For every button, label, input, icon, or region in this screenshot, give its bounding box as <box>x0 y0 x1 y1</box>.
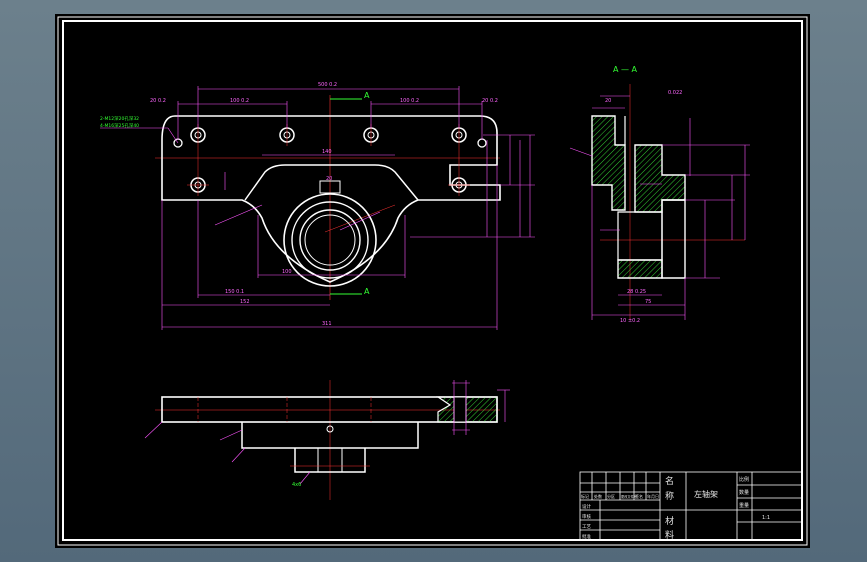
plan-hatch <box>436 396 498 423</box>
section-mark-top: A <box>364 91 370 100</box>
label-material-2: 料 <box>665 529 674 541</box>
drawing-area <box>55 14 810 548</box>
col-label-1: 处数 <box>594 493 602 499</box>
section-label: A — A <box>613 65 638 74</box>
label-name-1: 名 <box>665 475 674 487</box>
section-mark-bottom: A <box>364 287 370 296</box>
dim-half-width: 152 <box>240 299 250 305</box>
dim-width-inner: 140 <box>322 149 332 155</box>
dim-top-pitch-right: 100 0.2 <box>400 98 419 104</box>
col-label-5: 年月日 <box>647 493 659 499</box>
row-label-2: 工艺 <box>582 524 591 530</box>
col-label-4: 签名 <box>635 493 643 499</box>
bottom-note: 4x6 <box>292 482 301 488</box>
dim-top-right: 20 0.2 <box>482 98 498 104</box>
label-scale: 比例 <box>739 476 749 483</box>
section-hatch-bottom <box>617 259 663 279</box>
sec-dim-bottom-a: 28 0.25 <box>627 289 646 295</box>
scale-value: 1:1 <box>762 515 770 521</box>
dim-slot: 20 <box>326 176 332 182</box>
dim-overall-width: 311 <box>322 321 332 327</box>
dim-top-left: 20 0.2 <box>150 98 166 104</box>
sec-dim-bottom-b: 75 <box>645 299 651 305</box>
sec-dim-d: 0.022 <box>668 90 682 96</box>
col-label-0: 标记 <box>581 493 589 499</box>
thread-note-1: 2-M12深20孔深32 <box>100 115 139 122</box>
label-qty: 数量 <box>739 489 749 496</box>
sec-dim-bottom-c: 10 ±0.2 <box>620 318 640 324</box>
row-label-3: 批准 <box>582 533 591 540</box>
part-name: 左轴架 <box>694 489 718 499</box>
dim-top-overall: 500 0.2 <box>318 82 337 88</box>
label-weight: 重量 <box>739 502 749 509</box>
label-material-1: 材 <box>665 515 674 527</box>
row-label-1: 审核 <box>582 513 591 520</box>
dim-top-pitch-left: 100 0.2 <box>230 98 249 104</box>
drawing-canvas: 500 0.2 20 0.2 100 0.2 100 0.2 20 0.2 20… <box>55 14 810 548</box>
dim-height-bottom: 150 0.1 <box>225 289 244 295</box>
label-name-2: 称 <box>665 490 674 502</box>
sec-dim-top: 20 <box>605 98 611 104</box>
thread-note-2: 4-M16深25孔深40 <box>100 122 139 129</box>
col-label-2: 分区 <box>607 493 615 499</box>
row-label-0: 设计 <box>582 503 591 510</box>
dim-hub-d: 100 <box>282 269 292 275</box>
